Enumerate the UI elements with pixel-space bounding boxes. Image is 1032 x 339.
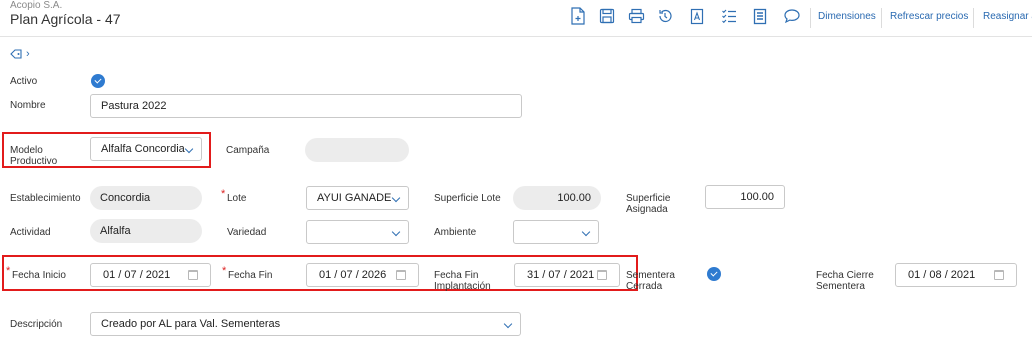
reasignar-link[interactable]: Reasignar a: [983, 11, 1032, 22]
campana-field: [305, 138, 409, 162]
refrescar-precios-link[interactable]: Refrescar precios: [890, 11, 968, 22]
calendar-icon[interactable]: [994, 270, 1004, 280]
actividad-field: Alfalfa: [90, 219, 202, 243]
sementera-checkbox[interactable]: [707, 267, 721, 281]
highlight-box-modelo: [2, 132, 211, 168]
company-name: Acopio S.A.: [10, 0, 63, 11]
descripcion-label: Descripción: [10, 319, 63, 330]
fecha-cierre-field[interactable]: 01 / 08 / 2021: [895, 263, 1017, 287]
fecha-inicio-label: Fecha Inicio: [6, 266, 66, 281]
comment-icon[interactable]: [782, 6, 802, 26]
lote-select[interactable]: AYUI GANADE: [306, 186, 409, 210]
superficie-lote-label: Superficie Lote: [434, 193, 501, 204]
tag-icon: [10, 49, 22, 59]
ambiente-select[interactable]: [513, 220, 599, 244]
descripcion-value: Creado por AL para Val. Sementeras: [101, 318, 281, 330]
superficie-asignada-label: Superficie Asignada: [626, 193, 671, 215]
tags-toggle[interactable]: ›: [10, 48, 30, 60]
fecha-fin-field[interactable]: 01 / 07 / 2026: [306, 263, 419, 287]
new-document-icon[interactable]: [568, 6, 588, 26]
superficie-lote-field: 100.00: [513, 186, 601, 210]
fecha-inicio-field[interactable]: 01 / 07 / 2021: [90, 263, 211, 287]
calendar-icon[interactable]: [188, 270, 198, 280]
dimensiones-link[interactable]: Dimensiones: [818, 11, 876, 22]
calendar-icon[interactable]: [396, 270, 406, 280]
print-icon[interactable]: [626, 6, 646, 26]
fecha-cierre-label: Fecha Cierre Sementera: [816, 270, 874, 292]
fecha-fin-impl-label: Fecha Fin Implantación: [434, 270, 491, 292]
sementera-label: Sementera Cerrada: [626, 270, 675, 292]
fecha-fin-impl-value: 31 / 07 / 2021: [527, 269, 595, 281]
checklist-icon[interactable]: [719, 6, 739, 26]
page-title: Plan Agrícola - 47: [10, 11, 121, 27]
toolbar-divider: [810, 8, 811, 28]
notes-icon[interactable]: [750, 6, 770, 26]
nombre-label: Nombre: [10, 100, 46, 111]
actividad-label: Actividad: [10, 227, 51, 238]
activo-label: Activo: [10, 76, 38, 87]
campana-label: Campaña: [226, 145, 270, 156]
lote-value: AYUI GANADE: [317, 192, 392, 204]
header-divider: [0, 36, 1032, 37]
activo-checkbox[interactable]: [91, 74, 105, 88]
establecimiento-field: Concordia: [90, 186, 202, 210]
fecha-cierre-value: 01 / 08 / 2021: [908, 269, 976, 281]
variedad-select[interactable]: [306, 220, 409, 244]
history-icon[interactable]: [655, 6, 675, 26]
fecha-fin-label: Fecha Fin: [222, 266, 273, 281]
ambiente-label: Ambiente: [434, 227, 477, 238]
nombre-field[interactable]: Pastura 2022: [90, 94, 522, 118]
fecha-fin-impl-field[interactable]: 31 / 07 / 2021: [514, 263, 620, 287]
variedad-label: Variedad: [227, 227, 267, 238]
text-format-icon[interactable]: [687, 6, 707, 26]
toolbar-divider: [973, 8, 974, 28]
superficie-asignada-field[interactable]: 100.00: [705, 185, 785, 209]
chevron-right-icon: ›: [26, 48, 30, 60]
descripcion-select[interactable]: Creado por AL para Val. Sementeras: [90, 312, 521, 336]
calendar-icon[interactable]: [597, 270, 607, 280]
save-icon[interactable]: [597, 6, 617, 26]
lote-label: Lote: [221, 189, 247, 204]
establecimiento-label: Establecimiento: [10, 193, 81, 204]
fecha-inicio-value: 01 / 07 / 2021: [103, 269, 171, 281]
toolbar-divider: [881, 8, 882, 28]
fecha-fin-value: 01 / 07 / 2026: [319, 269, 387, 281]
